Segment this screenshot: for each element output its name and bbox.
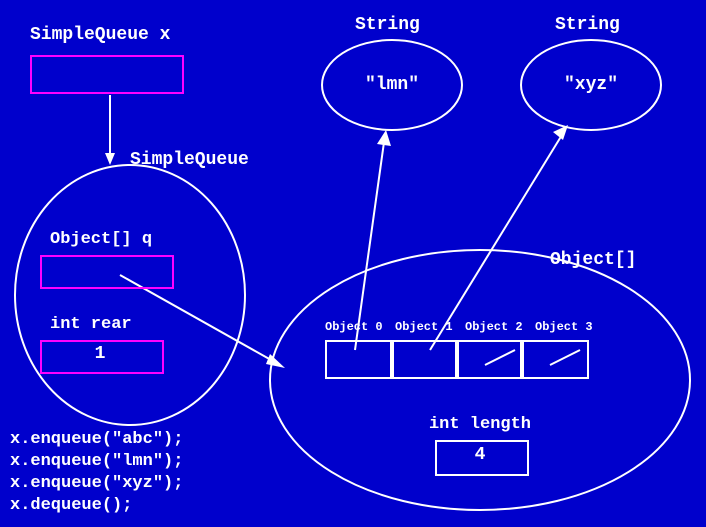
length-value: 4	[435, 445, 525, 465]
string-value-1: "lmn"	[352, 75, 432, 95]
array-cell-0	[325, 340, 394, 379]
length-label: int length	[410, 415, 550, 434]
string-value-2: "xyz"	[551, 75, 631, 95]
objectarray-type-label: Object[]	[550, 250, 636, 270]
field-q-label: Object[] q	[50, 230, 152, 249]
field-rear-label: int rear	[50, 315, 132, 334]
slot-0-label: Object 0	[325, 320, 383, 334]
array-cell-1	[390, 340, 459, 379]
code-line-2: x.enqueue("lmn");	[10, 452, 183, 471]
field-q-box	[40, 255, 174, 289]
array-cell-3	[520, 340, 589, 379]
slot-1-label: Object 1	[395, 320, 453, 334]
simplequeue-class-label: SimpleQueue	[130, 150, 249, 170]
slot-2-label: Object 2	[465, 320, 523, 334]
code-line-4: x.dequeue();	[10, 496, 132, 515]
code-line-1: x.enqueue("abc");	[10, 430, 183, 449]
array-cell-2	[455, 340, 524, 379]
string-type-1: String	[355, 15, 420, 35]
rear-value: 1	[40, 344, 160, 364]
slot-3-label: Object 3	[535, 320, 593, 334]
var-x-box	[30, 55, 184, 94]
string-type-2: String	[555, 15, 620, 35]
code-line-3: x.enqueue("xyz");	[10, 474, 183, 493]
var-x-label: SimpleQueue x	[30, 25, 170, 45]
